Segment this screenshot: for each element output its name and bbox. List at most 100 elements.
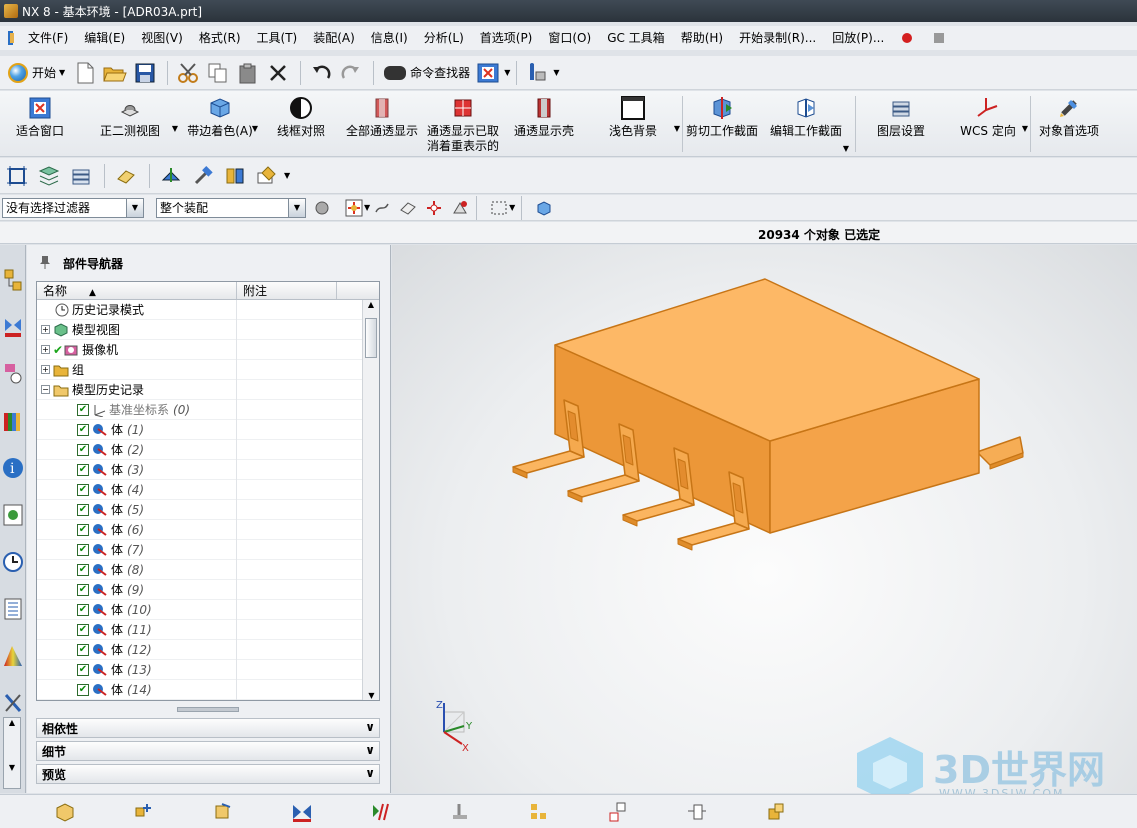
pin-icon[interactable] xyxy=(39,255,51,272)
assembly-navigator-icon[interactable] xyxy=(1,265,25,295)
chevron-down-icon[interactable]: ▼ xyxy=(553,68,559,77)
pin-icon[interactable] xyxy=(424,198,444,218)
menu-start-recording[interactable]: 开始录制(R)... xyxy=(731,26,824,50)
visibility-checkbox[interactable]: ✔ xyxy=(77,683,89,696)
open-folder-icon[interactable] xyxy=(101,59,129,87)
stop-icon[interactable] xyxy=(934,33,945,43)
new-component-icon[interactable] xyxy=(109,798,179,826)
redo-icon[interactable] xyxy=(337,59,365,87)
light-background-button[interactable]: 浅色背景 ▼ xyxy=(584,91,682,156)
snap-point-icon[interactable] xyxy=(344,198,364,218)
tree-row[interactable]: ✔ 基准坐标系 (0) xyxy=(37,399,379,420)
view-frame-icon[interactable] xyxy=(2,161,32,191)
copy-icon[interactable] xyxy=(204,59,232,87)
see-through-shell-button[interactable]: 通透显示壳 xyxy=(504,91,584,156)
shaded-edges-button[interactable]: 带边着色(A) ▼ xyxy=(180,91,260,156)
chevron-down-icon[interactable]: ▼ xyxy=(504,68,510,77)
tree-row[interactable]: ✔ 体 (11) xyxy=(37,619,379,640)
visibility-checkbox[interactable]: ✔ xyxy=(77,583,89,596)
tree-row[interactable]: ✔ 体 (10) xyxy=(37,599,379,620)
command-finder-button[interactable]: 命令查找器 xyxy=(380,64,474,81)
tree-row[interactable]: 历史记录模式 xyxy=(37,299,379,320)
wave-link-icon[interactable] xyxy=(583,798,653,826)
reposition-icon[interactable] xyxy=(188,798,258,826)
tree-row[interactable]: ✔ 体 (3) xyxy=(37,459,379,480)
menu-preferences[interactable]: 首选项(P) xyxy=(472,26,541,50)
history-icon[interactable] xyxy=(1,547,25,577)
tree-row[interactable]: − 模型历史记录 xyxy=(37,379,379,400)
hammer-icon[interactable] xyxy=(188,161,218,191)
info-customize-icon[interactable] xyxy=(523,59,551,87)
visibility-checkbox[interactable]: ✔ xyxy=(77,503,89,516)
graphics-window[interactable]: Z Y X xyxy=(392,245,1137,793)
move-component-icon[interactable] xyxy=(156,161,186,191)
chevron-down-icon[interactable]: ▼ xyxy=(843,141,849,156)
chevron-down-icon[interactable]: ▼ xyxy=(252,121,258,136)
expand-icon[interactable]: + xyxy=(41,325,50,334)
assembly-constraints-icon[interactable] xyxy=(267,798,337,826)
visibility-checkbox[interactable]: ✔ xyxy=(77,523,89,536)
wcs-orient-button[interactable]: WCS 定向 ▼ xyxy=(946,91,1030,156)
menu-information[interactable]: 信息(I) xyxy=(363,26,416,50)
part-navigator-icon[interactable] xyxy=(1,359,25,389)
menu-edit[interactable]: 编辑(E) xyxy=(76,26,133,50)
roles-icon[interactable] xyxy=(1,688,25,718)
resource-bar-scroll[interactable]: ▲ ▼ xyxy=(3,717,21,789)
process-studio-icon[interactable] xyxy=(1,641,25,671)
expand-icon[interactable]: + xyxy=(41,365,50,374)
scroll-thumb[interactable] xyxy=(365,318,377,358)
layer-stack-icon[interactable] xyxy=(66,161,96,191)
chevron-down-icon[interactable]: ▼ xyxy=(1022,121,1028,136)
save-icon[interactable] xyxy=(131,59,159,87)
weld-icon[interactable] xyxy=(425,798,495,826)
clip-section-button[interactable]: 剪切工作截面 xyxy=(683,91,761,156)
menu-view[interactable]: 视图(V) xyxy=(133,26,191,50)
tree-row[interactable]: + 模型视图 xyxy=(37,319,379,340)
scroll-up-icon[interactable]: ▲ xyxy=(363,300,379,309)
column-header-notes[interactable]: 附注 xyxy=(237,282,337,299)
menu-window[interactable]: 窗口(O) xyxy=(540,26,599,50)
object-preferences-button[interactable]: 对象首选项 xyxy=(1031,91,1107,156)
chevron-down-icon[interactable]: ∨ xyxy=(365,766,375,780)
constraint-navigator-icon[interactable] xyxy=(1,312,25,342)
trimetric-view-button[interactable]: 正二测视图 ▼ xyxy=(80,91,180,156)
curve-rule-icon[interactable] xyxy=(372,198,392,218)
layer-settings-button[interactable]: 图层设置 xyxy=(856,91,946,156)
tree-row[interactable]: ✔ 体 (5) xyxy=(37,499,379,520)
menu-assemblies[interactable]: 装配(A) xyxy=(305,26,363,50)
visibility-checkbox[interactable]: ✔ xyxy=(77,463,89,476)
new-file-icon[interactable] xyxy=(71,59,99,87)
tree-row[interactable]: ✔ 体 (2) xyxy=(37,439,379,460)
visibility-checkbox[interactable]: ✔ xyxy=(77,623,89,636)
sequence-icon[interactable] xyxy=(741,798,811,826)
model-render[interactable] xyxy=(392,245,1137,793)
fit-window-small-icon[interactable] xyxy=(474,59,502,87)
cut-icon[interactable] xyxy=(174,59,202,87)
tree-row[interactable]: ✔ 体 (14) xyxy=(37,679,379,700)
tree-row[interactable]: ✔ 体 (9) xyxy=(37,579,379,600)
visibility-checkbox[interactable]: ✔ xyxy=(77,483,89,496)
details-section[interactable]: 细节 ∨ xyxy=(36,741,380,761)
visibility-checkbox[interactable]: ✔ xyxy=(77,543,89,556)
annotation-icon[interactable] xyxy=(252,161,282,191)
tree-row[interactable]: ✔ 体 (4) xyxy=(37,479,379,500)
collapse-icon[interactable]: − xyxy=(41,385,50,394)
menu-format[interactable]: 格式(R) xyxy=(191,26,249,50)
check-clearance-icon[interactable] xyxy=(346,798,416,826)
navigator-scrollbar[interactable]: ▲ ▼ xyxy=(362,300,379,700)
visibility-checkbox[interactable]: ✔ xyxy=(77,443,89,456)
layers-icon[interactable] xyxy=(34,161,64,191)
visibility-checkbox[interactable]: ✔ xyxy=(77,563,89,576)
chevron-down-icon[interactable]: ▼ xyxy=(284,171,290,180)
chevron-down-icon[interactable]: ▼ xyxy=(288,198,305,217)
edit-section-button[interactable]: 编辑工作截面 ▼ xyxy=(761,91,851,156)
undo-icon[interactable] xyxy=(307,59,335,87)
exploded-view-icon[interactable] xyxy=(662,798,732,826)
quick-pick-icon[interactable] xyxy=(450,198,470,218)
see-through-all-button[interactable]: 全部通透显示 xyxy=(342,91,422,156)
chevron-down-icon[interactable]: ▼ xyxy=(509,203,515,212)
constraint-icon[interactable] xyxy=(220,161,250,191)
dependencies-section[interactable]: 相依性 ∨ xyxy=(36,718,380,738)
paste-icon[interactable] xyxy=(234,59,262,87)
scroll-down-icon[interactable]: ▼ xyxy=(4,763,20,772)
